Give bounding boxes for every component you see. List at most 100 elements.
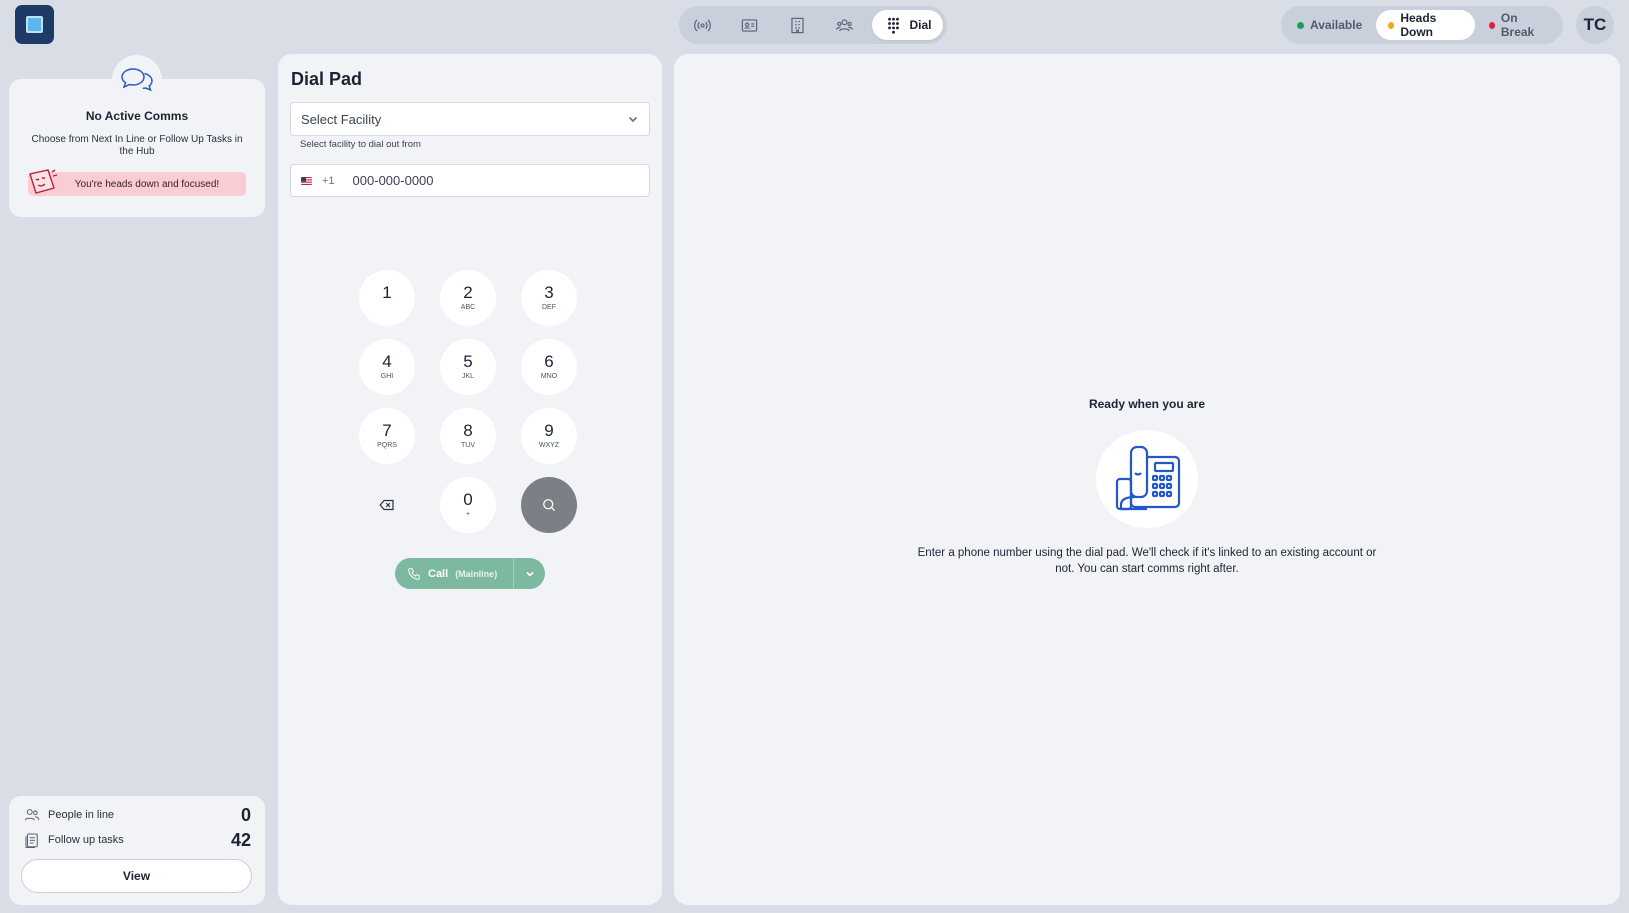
main-nav: Dial <box>679 6 947 44</box>
key-letters: DEF <box>542 304 556 311</box>
status-on-break-button[interactable]: On Break <box>1477 10 1559 40</box>
active-comms-card: No Active Comms Choose from Next In Line… <box>9 55 265 217</box>
status-heads-down-button[interactable]: Heads Down <box>1376 10 1475 40</box>
key-digit: 4 <box>382 352 392 371</box>
key-6[interactable]: 6 MNO <box>521 339 577 395</box>
follow-up-tasks-label: Follow up tasks <box>48 834 124 846</box>
key-5[interactable]: 5 JKL <box>440 339 496 395</box>
nav-dial-button[interactable]: Dial <box>872 10 944 40</box>
nav-facilities-button[interactable] <box>778 10 817 40</box>
view-button[interactable]: View <box>21 859 252 893</box>
dial-pad-panel: Dial Pad Select Facility Select facility… <box>278 54 662 905</box>
status-heads-down-label: Heads Down <box>1400 11 1437 39</box>
backspace-button[interactable] <box>359 477 415 533</box>
key-1[interactable]: 1 <box>359 270 415 326</box>
us-flag-icon <box>301 176 312 185</box>
nav-dial-label: Dial <box>909 18 932 32</box>
status-switcher: Available Heads Down On Break <box>1281 6 1563 44</box>
key-letters: GHI <box>380 373 394 380</box>
focused-face-icon <box>29 169 58 194</box>
broadcast-icon <box>694 19 712 31</box>
main-panel: Ready when you are Enter a phone number … <box>674 54 1620 905</box>
facility-hint: Select facility to dial out from <box>300 139 421 150</box>
key-2[interactable]: 2 ABC <box>440 270 496 326</box>
chevron-down-icon <box>525 571 534 577</box>
key-4[interactable]: 4 GHI <box>359 339 415 395</box>
hub-queue-card: People in line 0 Follow up tasks 42 View <box>9 796 265 905</box>
status-available-label: Available <box>1310 18 1363 32</box>
heads-down-banner: You're heads down and focused! <box>28 169 246 196</box>
comms-title: No Active Comms <box>85 109 189 123</box>
dial-pad-title: Dial Pad <box>291 69 363 89</box>
key-digit: 3 <box>544 283 554 302</box>
app-logo[interactable] <box>15 5 54 44</box>
key-digit: 8 <box>463 421 473 440</box>
chevron-down-icon <box>628 116 638 123</box>
user-avatar[interactable]: TC <box>1576 6 1614 44</box>
keypad: 1 2 ABC 3 DEF 4 GHI 5 JKL 6 MNO 7 PQRS 8 TUV 9 W… <box>359 270 577 533</box>
key-digit: 6 <box>544 352 554 371</box>
status-dot-heads-down <box>1388 21 1395 29</box>
team-icon <box>835 18 853 31</box>
key-digit: 2 <box>463 283 473 302</box>
key-digit: 1 <box>382 283 392 302</box>
call-options-dropdown[interactable] <box>513 558 545 589</box>
clipboard-icon <box>25 833 38 849</box>
key-letters: JKL <box>461 373 475 380</box>
nav-broadcast-button[interactable] <box>683 10 722 40</box>
key-letters: ABC <box>460 304 476 311</box>
backspace-icon <box>379 499 394 511</box>
key-8[interactable]: 8 TUV <box>440 408 496 464</box>
people-icon <box>24 809 40 821</box>
key-letters: + <box>465 511 471 518</box>
search-number-button[interactable] <box>521 477 577 533</box>
nav-contacts-button[interactable] <box>730 10 769 40</box>
key-digit: 5 <box>463 352 473 371</box>
facility-select[interactable]: Select Facility <box>290 102 650 136</box>
nav-team-button[interactable] <box>825 10 864 40</box>
key-9[interactable]: 9 WXYZ <box>521 408 577 464</box>
key-letters: PQRS <box>377 442 397 449</box>
key-3[interactable]: 3 DEF <box>521 270 577 326</box>
user-initials: TC <box>1583 15 1607 34</box>
follow-up-tasks-row: Follow up tasks 42 <box>23 829 251 851</box>
search-icon <box>543 499 556 512</box>
status-dot-on-break <box>1488 21 1495 29</box>
key-letters: TUV <box>461 442 475 449</box>
status-dot-available <box>1297 21 1304 29</box>
heads-down-banner-text: You're heads down and focused! <box>74 178 220 190</box>
facility-select-value: Select Facility <box>301 111 382 127</box>
desk-phone-illustration <box>1096 430 1198 528</box>
phone-icon <box>408 567 420 580</box>
country-code[interactable]: +1 <box>322 175 335 187</box>
key-digit: 0 <box>463 490 473 509</box>
status-available-button[interactable]: Available <box>1285 10 1374 40</box>
comms-bubble <box>112 55 162 105</box>
call-button-group: Call (Mainline) <box>395 558 545 589</box>
call-button-label: Call <box>428 567 449 580</box>
key-digit: 7 <box>382 421 392 440</box>
people-in-line-row: People in line 0 <box>23 804 251 826</box>
key-letters: MNO <box>540 373 558 380</box>
desk-phone-icon <box>1115 445 1181 511</box>
people-in-line-label: People in line <box>48 809 115 821</box>
people-in-line-count: 0 <box>240 804 251 825</box>
building-icon <box>790 17 804 33</box>
call-line-label: (Mainline) <box>455 568 498 579</box>
follow-up-tasks-count: 42 <box>230 829 251 850</box>
app-logo-mark <box>26 16 43 33</box>
contact-card-icon <box>742 18 758 32</box>
call-button[interactable]: Call (Mainline) <box>395 558 513 589</box>
phone-number-input[interactable] <box>352 173 639 188</box>
ready-description: Enter a phone number using the dial pad.… <box>917 547 1377 575</box>
comms-subtitle: Choose from Next In Line or Follow Up Ta… <box>31 134 243 157</box>
phone-number-field: +1 <box>290 164 650 197</box>
keypad-icon <box>887 17 899 34</box>
ready-title: Ready when you are <box>1088 397 1206 411</box>
chat-bubbles-icon <box>121 68 153 92</box>
status-on-break-label: On Break <box>1500 11 1535 39</box>
key-digit: 9 <box>544 421 554 440</box>
key-0[interactable]: 0 + <box>440 477 496 533</box>
key-letters: WXYZ <box>538 442 560 449</box>
key-7[interactable]: 7 PQRS <box>359 408 415 464</box>
